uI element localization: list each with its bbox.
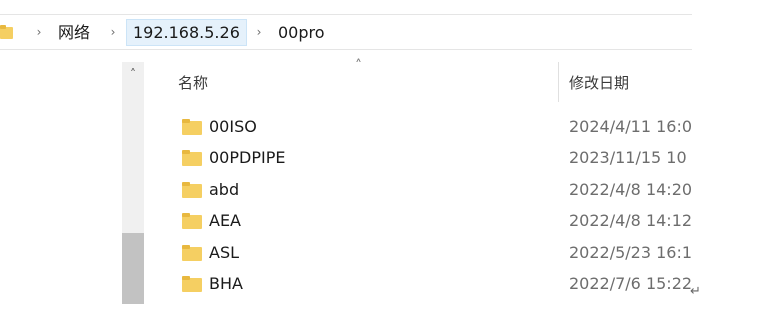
toolbar-strip [0, 0, 692, 15]
column-header-name[interactable]: 名称 [178, 72, 208, 93]
list-item[interactable]: 00ISO 2024/4/11 16:0 [145, 112, 692, 143]
file-name: AEA [209, 211, 241, 230]
column-divider[interactable] [558, 62, 559, 102]
file-name: abd [209, 180, 240, 199]
column-header-date-modified[interactable]: 修改日期 [569, 72, 629, 93]
return-arrow-icon: ↵ [690, 284, 701, 299]
file-name: 00ISO [209, 117, 257, 136]
folder-icon [182, 119, 202, 135]
file-date: 2022/7/6 15:22 [569, 274, 692, 293]
chevron-right-icon[interactable]: › [32, 24, 46, 40]
chevron-right-icon[interactable]: › [252, 24, 266, 40]
breadcrumb-current-folder[interactable]: 00pro [272, 20, 331, 45]
file-date: 2022/4/8 14:20 [569, 180, 692, 199]
breadcrumb-network[interactable]: 网络 [52, 20, 96, 45]
file-name: ASL [209, 243, 240, 262]
list-item[interactable]: abd 2022/4/8 14:20 [145, 175, 692, 206]
list-item[interactable]: 00PDPIPE 2023/11/15 10 [145, 143, 692, 174]
column-header-row: ˄ 名称 修改日期 [145, 58, 692, 104]
folder-icon [182, 182, 202, 198]
sort-ascending-icon: ˄ [355, 58, 362, 74]
scrollbar-thumb[interactable] [122, 233, 144, 304]
list-item[interactable]: AEA 2022/4/8 14:12 [145, 206, 692, 237]
folder-icon [182, 245, 202, 261]
file-explorer-window: › 网络 › 192.168.5.26 › 00pro ˄ ˄ 名称 修改日期 … [0, 0, 692, 304]
file-date: 2022/4/8 14:12 [569, 211, 692, 230]
address-bar[interactable]: › 网络 › 192.168.5.26 › 00pro [0, 16, 692, 50]
folder-icon [182, 213, 202, 229]
file-date: 2024/4/11 16:0 [569, 117, 692, 136]
file-name: BHA [209, 274, 243, 293]
folder-icon [182, 276, 202, 292]
folder-icon [0, 25, 13, 39]
file-name: 00PDPIPE [209, 148, 286, 167]
file-date: 2023/11/15 10 [569, 148, 687, 167]
list-item[interactable]: BHA 2022/7/6 15:22 [145, 269, 692, 300]
list-item[interactable]: ASL 2022/5/23 16:1 [145, 238, 692, 269]
breadcrumb-host[interactable]: 192.168.5.26 [126, 19, 247, 46]
chevron-up-icon[interactable]: ˄ [122, 62, 144, 86]
file-date: 2022/5/23 16:1 [569, 243, 692, 262]
chevron-right-icon[interactable]: › [106, 24, 120, 40]
folder-icon [182, 150, 202, 166]
